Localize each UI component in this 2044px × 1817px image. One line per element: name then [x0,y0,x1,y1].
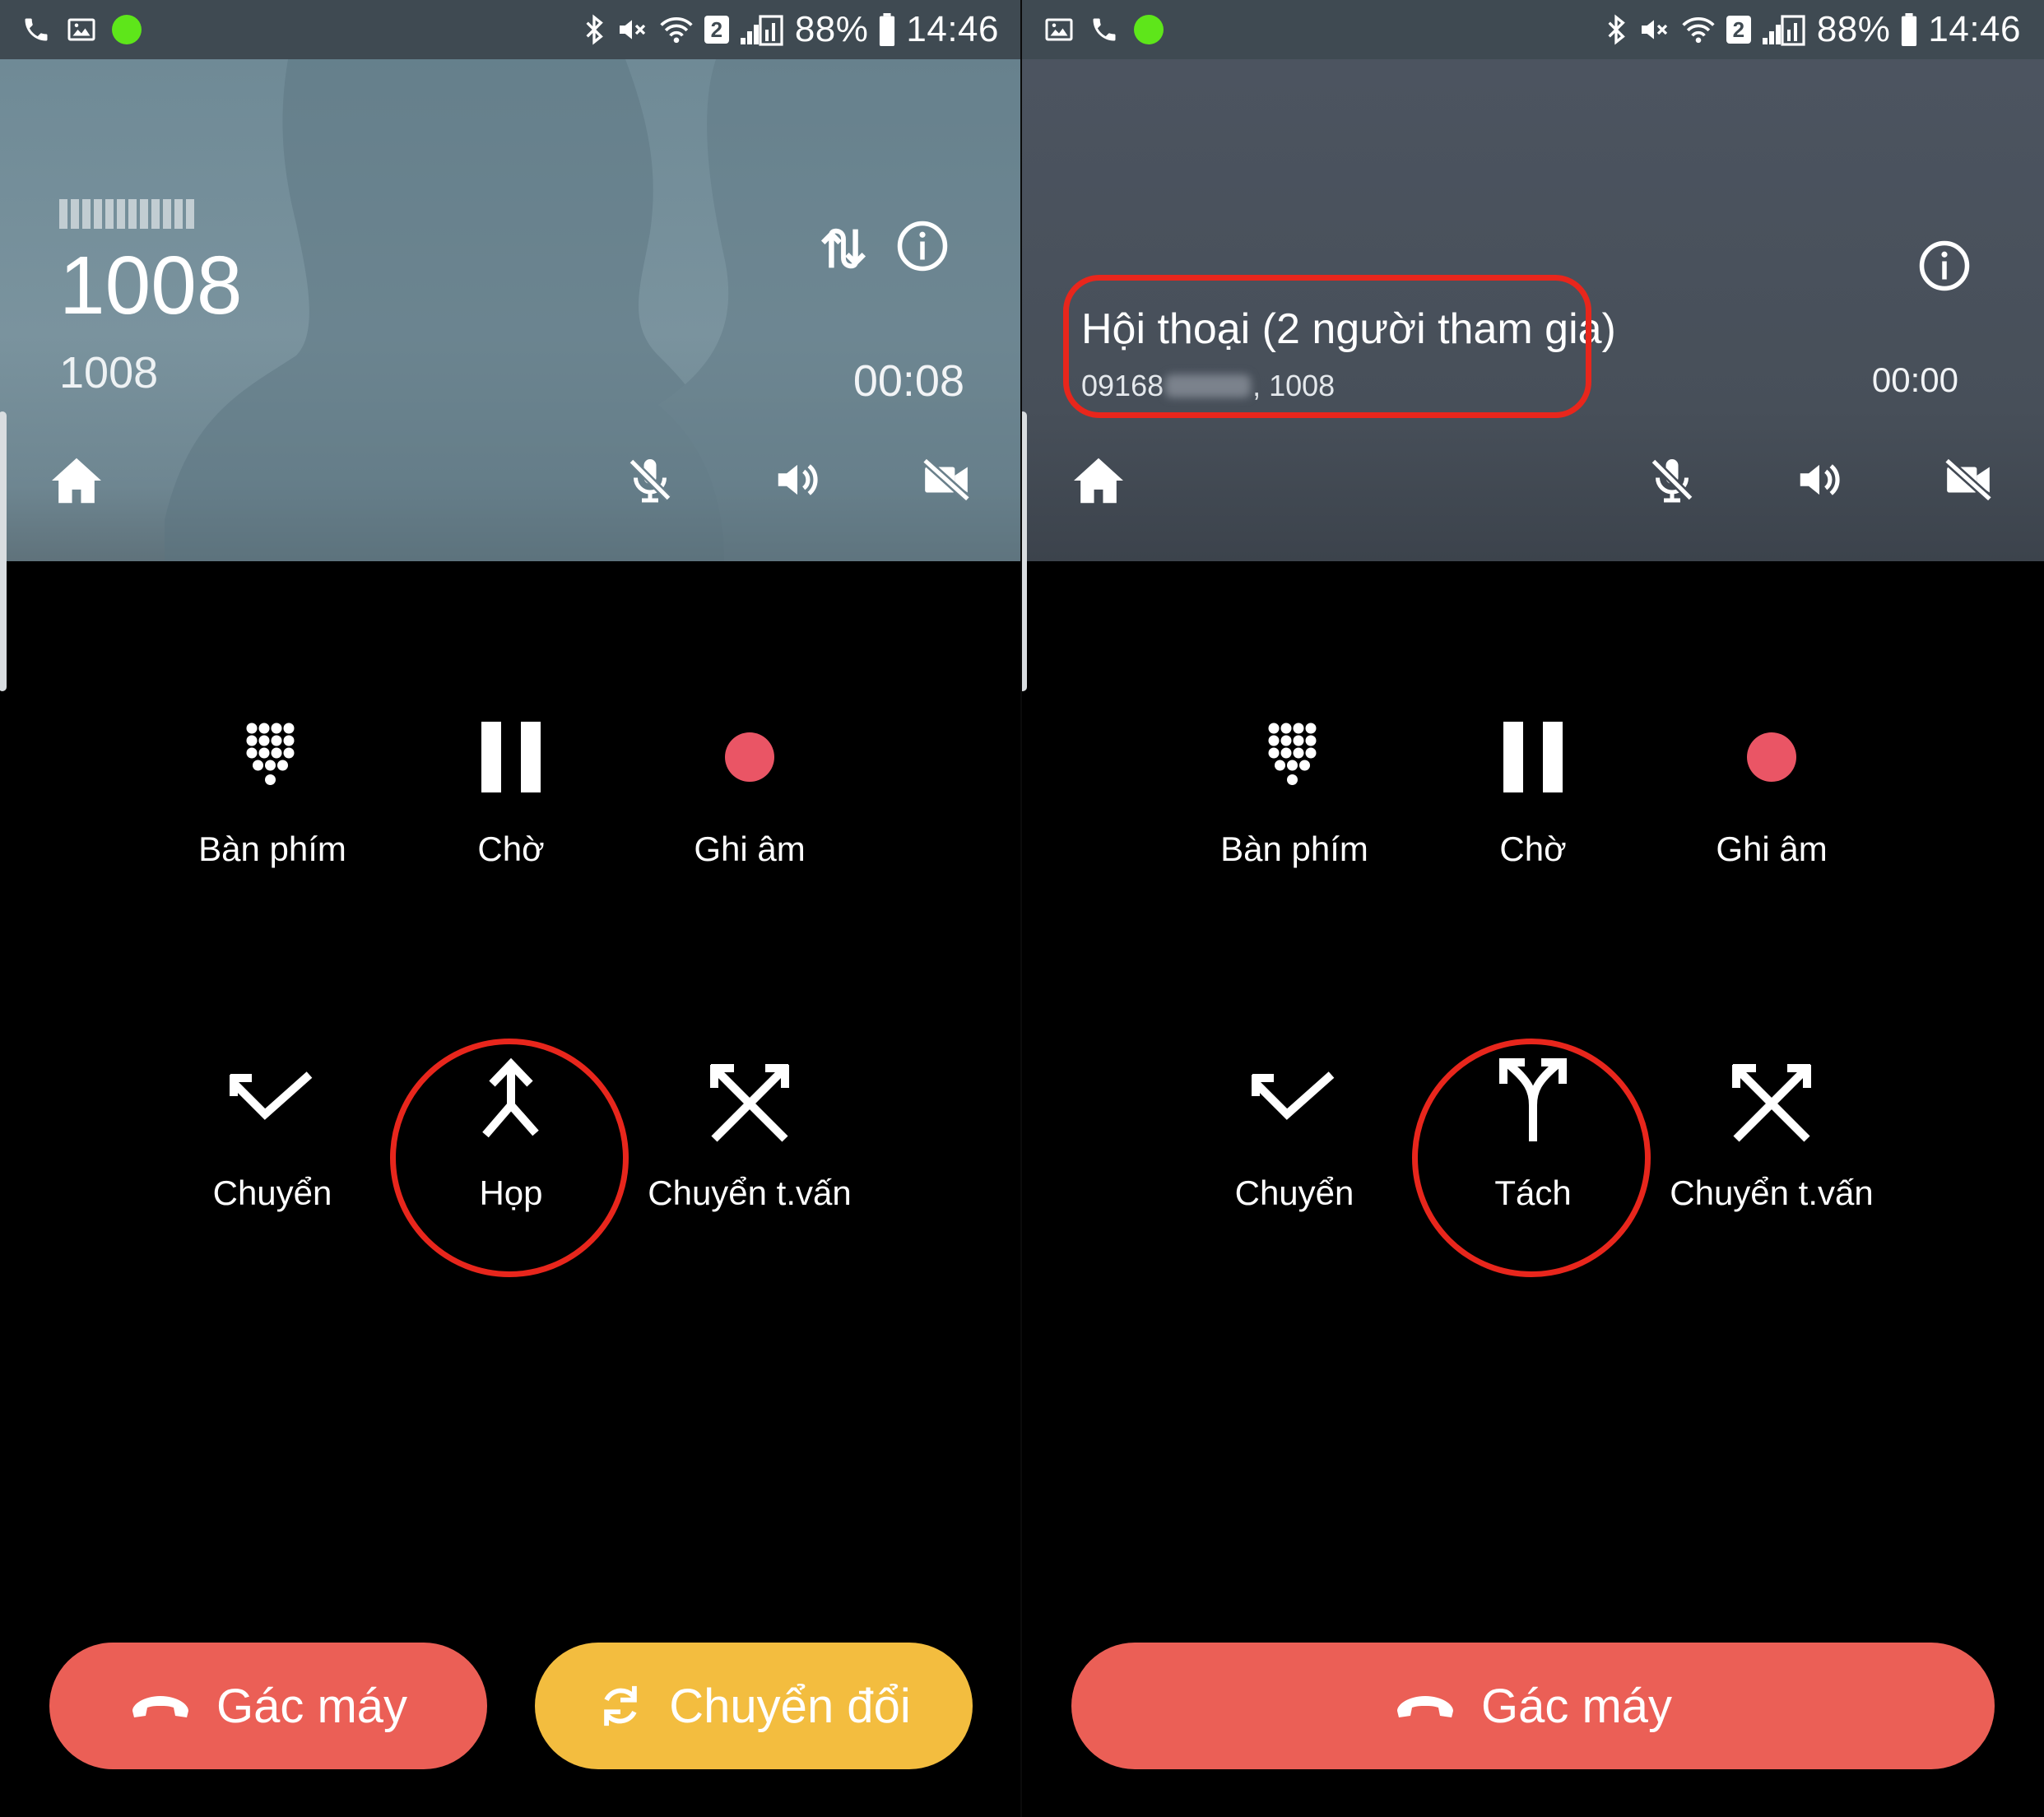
online-indicator-icon [1134,15,1164,44]
consult-transfer-icon [710,1064,789,1142]
merge-highlight-circle [390,1039,629,1277]
hangup-label: Gác máy [1480,1679,1673,1733]
mute-mic-icon[interactable] [625,453,675,507]
pause-icon [1503,722,1563,792]
mute-mic-icon[interactable] [1647,453,1697,507]
transfer-label: Chuyển [212,1173,332,1212]
hangup-icon [132,1696,188,1717]
sim-badge: 2 [1726,16,1751,44]
video-off-icon[interactable] [920,454,973,505]
gallery-icon [67,18,95,41]
battery-icon [1902,13,1917,46]
hangup-button[interactable]: Gác máy [1071,1643,1995,1769]
call-timer: 00:08 [852,356,964,406]
info-icon[interactable] [895,219,950,273]
clock: 14:46 [1928,9,2021,49]
hangup-label: Gác máy [216,1679,408,1733]
pause-icon [481,722,541,792]
refresh-icon [604,1685,638,1726]
hold-button[interactable]: Chờ [1414,699,1652,869]
consult-transfer-button[interactable]: Chuyển t.vấn [630,1043,869,1213]
phone-call-icon [1093,18,1116,41]
gallery-icon [1045,18,1073,41]
online-indicator-icon [112,15,142,44]
transfer-icon [1252,1071,1335,1120]
battery-percent: 88% [794,9,869,49]
dialpad-icon [1268,723,1317,785]
call-timer: 00:00 [1871,360,1958,399]
home-icon[interactable] [49,456,104,505]
hold-button[interactable]: Chờ [392,699,630,869]
status-bar: 2 88% 14:46 [1022,0,2044,59]
keypad-button[interactable]: Bàn phím [1175,699,1414,869]
record-label: Ghi âm [1716,830,1828,868]
split-highlight-circle [1412,1039,1651,1277]
call-screen-conference: 2 88% 14:46 Hội thoại (2 người tham gia)… [1022,0,2044,1817]
conference-highlight-box [1063,275,1591,418]
hangup-button[interactable]: Gác máy [49,1643,487,1769]
transfer-label: Chuyển [1234,1173,1354,1212]
signal-strength-bars [59,199,194,229]
keypad-button[interactable]: Bàn phím [153,699,392,869]
mute-speaker-icon [1641,20,1667,40]
hold-label: Chờ [1499,830,1567,868]
signal-icon [1762,15,1805,46]
record-button[interactable]: Ghi âm [630,699,869,869]
hangup-icon [1396,1696,1453,1717]
consult-transfer-label: Chuyển t.vấn [648,1173,852,1212]
hold-label: Chờ [477,830,545,868]
bluetooth-icon [1608,14,1625,45]
record-icon [1747,732,1796,782]
home-icon[interactable] [1071,456,1126,505]
scroll-handle[interactable] [0,411,7,691]
caller-header: 1008 1008 00:08 [0,59,1022,561]
swap-calls-icon[interactable] [815,220,872,277]
transfer-button[interactable]: Chuyển [153,1043,392,1213]
mute-speaker-icon [619,20,645,40]
consult-transfer-button[interactable]: Chuyển t.vấn [1652,1043,1891,1213]
battery-icon [880,13,895,46]
conference-header: Hội thoại (2 người tham gia) 09168 , 100… [1022,59,2044,561]
transfer-button[interactable]: Chuyển [1175,1043,1414,1213]
status-bar: 2 88% 14:46 [0,0,1022,59]
battery-percent: 88% [1816,9,1891,49]
record-button[interactable]: Ghi âm [1652,699,1891,869]
swap-label: Chuyển đổi [669,1679,911,1733]
record-label: Ghi âm [694,830,806,868]
call-screen-single: 2 88% 14:46 1008 1008 00:08 Bàn phím Chờ… [0,0,1022,1817]
keypad-label: Bàn phím [198,830,346,868]
wifi-icon [660,16,693,44]
swap-button[interactable]: Chuyển đổi [535,1643,973,1769]
consult-transfer-label: Chuyển t.vấn [1670,1173,1874,1212]
caller-name: 1008 [59,239,243,332]
keypad-label: Bàn phím [1220,830,1368,868]
video-off-icon[interactable] [1942,454,1995,505]
scroll-handle[interactable] [1022,411,1027,691]
bluetooth-icon [586,14,603,45]
transfer-icon [230,1071,313,1120]
record-icon [725,732,774,782]
speaker-icon[interactable] [770,454,825,505]
consult-transfer-icon [1732,1064,1811,1142]
signal-icon [740,15,783,46]
wifi-icon [1682,16,1715,44]
speaker-icon[interactable] [1792,454,1847,505]
dialpad-icon [246,723,295,785]
sim-badge: 2 [704,16,729,44]
caller-number: 1008 [59,348,159,397]
info-icon[interactable] [1917,239,1972,293]
phone-call-icon [25,18,48,41]
clock: 14:46 [906,9,999,49]
